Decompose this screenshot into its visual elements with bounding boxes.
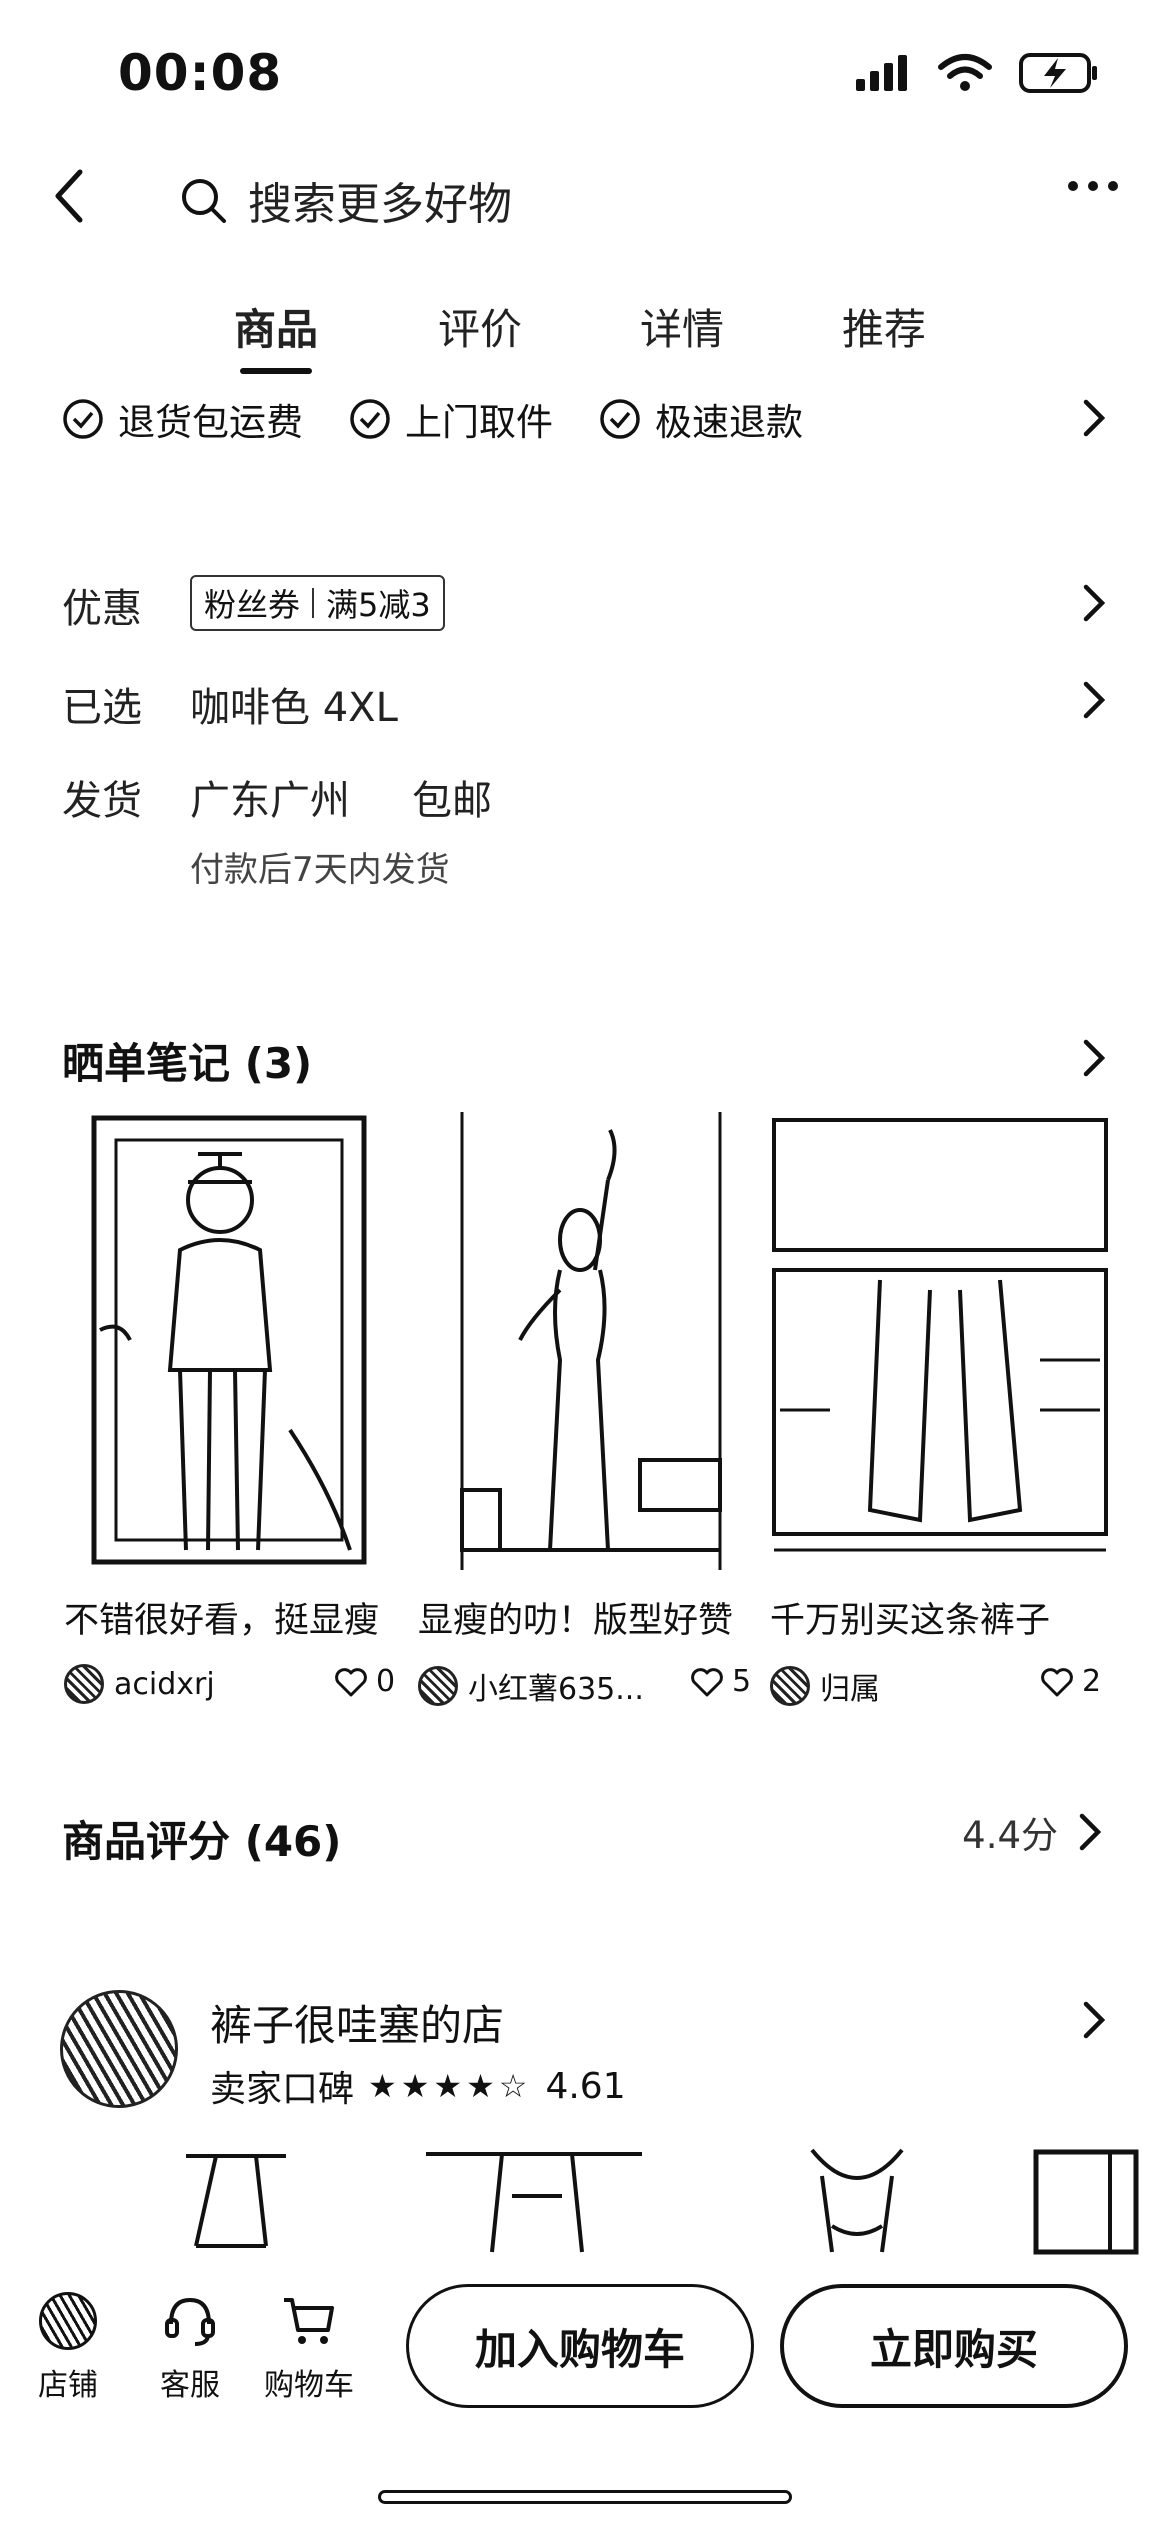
service-item: 上门取件	[349, 392, 553, 446]
home-indicator[interactable]	[378, 2490, 792, 2504]
shipping-origin: 广东广州	[190, 778, 350, 824]
check-circle-icon	[600, 399, 640, 439]
chevron-right-icon[interactable]	[1082, 1038, 1106, 1078]
chevron-right-icon	[1079, 1813, 1102, 1851]
note-photo-pose	[460, 1112, 722, 1570]
more-icon	[1068, 181, 1118, 191]
tab-bar: 商品 评价 详情 推荐	[0, 296, 1170, 376]
service-item: 极速退款	[599, 392, 803, 446]
note-caption[interactable]: 千万别买这条裤子	[770, 1592, 1110, 1643]
shipping-label: 发货	[62, 778, 142, 824]
shipping-fee: 包邮	[412, 778, 492, 824]
service-guarantees[interactable]: 退货包运费 上门取件 极速退款	[62, 392, 849, 446]
shop-product-thumb[interactable]	[1030, 2146, 1140, 2256]
shop-avatar[interactable]	[60, 1990, 178, 2108]
selected-value[interactable]: 咖啡色 4XL	[190, 675, 398, 733]
back-button[interactable]	[50, 168, 90, 224]
cart-icon	[284, 2298, 334, 2344]
coupon-divider	[312, 588, 315, 618]
shop-product-thumb[interactable]	[176, 2146, 296, 2256]
store-button[interactable]: 店铺	[38, 2292, 98, 2404]
search-placeholder: 搜索更多好物	[248, 179, 512, 230]
chevron-right-icon[interactable]	[1082, 680, 1106, 720]
tab-recommend[interactable]: 推荐	[842, 296, 926, 357]
note-author[interactable]: 小红薯635...	[418, 1664, 644, 1708]
more-button[interactable]	[1066, 178, 1120, 194]
tab-details[interactable]: 详情	[640, 296, 724, 357]
shipping-note: 付款后7天内发货	[190, 850, 450, 890]
chevron-right-icon[interactable]	[1082, 398, 1106, 438]
note-image[interactable]	[770, 1110, 1110, 1570]
note-likes[interactable]: 5	[690, 1664, 751, 1699]
store-icon	[39, 2292, 97, 2350]
add-to-cart-button[interactable]: 加入购物车	[406, 2284, 754, 2408]
check-circle-icon	[350, 399, 390, 439]
chevron-right-icon[interactable]	[1082, 583, 1106, 623]
signal-icon	[856, 55, 907, 91]
battery-charging-icon	[1019, 53, 1097, 93]
promo-label: 优惠	[62, 586, 142, 632]
shop-reputation: 卖家口碑 ★★★★☆ 4.61	[210, 2065, 626, 2111]
heart-icon	[335, 1667, 367, 1696]
service-item: 退货包运费	[62, 392, 303, 446]
coupon-badge[interactable]: 粉丝券 满5减3	[190, 575, 445, 631]
note-photo-mirror	[91, 1115, 367, 1565]
wifi-icon	[938, 54, 992, 91]
note-caption[interactable]: 显瘦的叻！版型好赞	[418, 1592, 744, 1643]
rating-summary[interactable]: 4.4分	[962, 1805, 1102, 1859]
cart-button[interactable]: 购物车	[264, 2292, 354, 2404]
heart-icon	[1041, 1667, 1073, 1696]
selected-label: 已选	[62, 685, 142, 731]
note-author[interactable]: 归属	[770, 1664, 880, 1708]
buy-now-button[interactable]: 立即购买	[780, 2284, 1128, 2408]
chevron-left-icon	[55, 169, 83, 223]
status-icons	[854, 52, 1100, 94]
tab-product[interactable]: 商品	[234, 296, 318, 357]
note-image[interactable]	[420, 1110, 740, 1570]
customer-service-button[interactable]: 客服	[160, 2292, 220, 2404]
avatar	[418, 1666, 458, 1706]
search-icon	[182, 179, 226, 223]
star-rating: ★★★★☆	[368, 2067, 532, 2105]
search-bar[interactable]: 搜索更多好物	[178, 168, 512, 232]
note-likes[interactable]: 2	[1040, 1664, 1101, 1699]
tab-reviews[interactable]: 评价	[438, 296, 522, 357]
shop-product-thumb[interactable]	[422, 2146, 646, 2256]
note-caption[interactable]: 不错很好看，挺显瘦	[64, 1592, 386, 1643]
rating-title[interactable]: 商品评分 (46)	[62, 1808, 341, 1869]
notes-title[interactable]: 晒单笔记 (3)	[62, 1030, 312, 1091]
shop-product-thumb[interactable]	[792, 2146, 922, 2256]
avatar	[770, 1666, 810, 1706]
check-circle-icon	[63, 399, 103, 439]
note-author[interactable]: acidxrj	[64, 1664, 215, 1704]
status-time: 00:08	[118, 44, 283, 102]
tab-active-indicator	[240, 368, 312, 374]
rating-score: 4.4分	[962, 1814, 1058, 1857]
chevron-right-icon[interactable]	[1082, 2000, 1106, 2040]
headset-icon	[165, 2297, 215, 2346]
note-photo-legs	[772, 1118, 1108, 1552]
note-image[interactable]	[60, 1110, 380, 1570]
avatar	[64, 1664, 104, 1704]
heart-icon	[691, 1667, 723, 1696]
shop-name[interactable]: 裤子很哇塞的店	[210, 1992, 504, 2053]
note-likes[interactable]: 0	[334, 1664, 395, 1699]
